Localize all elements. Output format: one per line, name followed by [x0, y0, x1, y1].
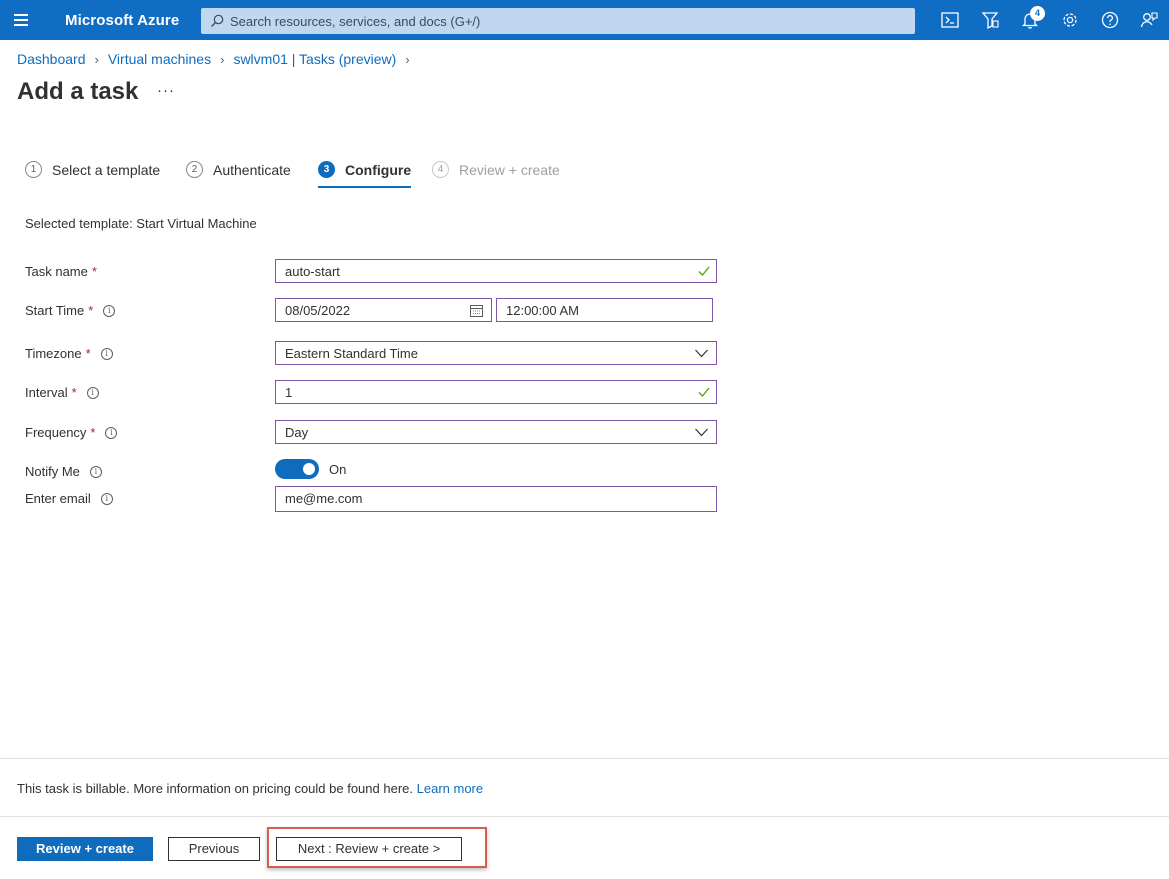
- notify-me-label-text: Notify Me: [25, 464, 80, 479]
- step-label: Configure: [345, 162, 412, 178]
- divider: [0, 758, 1169, 759]
- notify-me-label: Notify Me i: [25, 464, 102, 479]
- chevron-down-icon: [695, 349, 708, 358]
- start-time-label-text: Start Time: [25, 303, 85, 318]
- learn-more-link[interactable]: Learn more: [417, 781, 483, 796]
- interval-label-text: Interval: [25, 385, 68, 400]
- feedback-icon[interactable]: [1137, 8, 1161, 32]
- start-time-value: 12:00:00 AM: [506, 303, 579, 318]
- step-number: 1: [25, 161, 42, 178]
- task-name-label-text: Task name: [25, 264, 88, 279]
- info-icon[interactable]: i: [89, 465, 102, 478]
- info-icon[interactable]: i: [86, 386, 99, 399]
- tab-configure[interactable]: 3 Configure: [318, 160, 412, 188]
- divider: [0, 816, 1169, 817]
- billing-text: This task is billable. More information …: [17, 781, 413, 796]
- task-name-label: Task name *: [25, 264, 97, 279]
- required-marker: *: [71, 385, 77, 400]
- timezone-label-text: Timezone: [25, 346, 82, 361]
- page-title: Add a task: [17, 78, 139, 105]
- required-marker: *: [85, 346, 91, 361]
- breadcrumb: Dashboard › Virtual machines › swlvm01 |…: [17, 51, 419, 67]
- email-label: Enter email i: [25, 491, 113, 506]
- step-number: 2: [186, 161, 203, 178]
- step-number: 3: [318, 161, 335, 178]
- step-label: Select a template: [52, 162, 161, 178]
- active-tab-indicator: [318, 186, 412, 188]
- timezone-dropdown[interactable]: Eastern Standard Time: [275, 341, 717, 365]
- info-icon[interactable]: i: [105, 426, 118, 439]
- checkmark-icon: [698, 387, 710, 397]
- required-marker: *: [91, 264, 97, 279]
- directory-filter-icon[interactable]: [978, 8, 1002, 32]
- search-input[interactable]: [230, 8, 910, 34]
- next-review-create-button[interactable]: Next : Review + create >: [276, 837, 462, 861]
- brand-title[interactable]: Microsoft Azure: [65, 12, 179, 29]
- chevron-right-icon: ›: [94, 51, 99, 67]
- breadcrumb-virtual-machines[interactable]: Virtual machines: [108, 51, 211, 67]
- step-label: Authenticate: [213, 162, 291, 178]
- previous-button[interactable]: Previous: [168, 837, 260, 861]
- help-icon[interactable]: [1098, 8, 1122, 32]
- checkmark-icon: [698, 266, 710, 276]
- gear-icon[interactable]: [1058, 8, 1082, 32]
- email-label-text: Enter email: [25, 491, 91, 506]
- frequency-dropdown[interactable]: Day: [275, 420, 717, 444]
- interval-value: 1: [285, 385, 293, 400]
- selected-template-text: Selected template: Start Virtual Machine: [25, 216, 257, 231]
- timezone-value: Eastern Standard Time: [285, 346, 418, 361]
- interval-input[interactable]: 1: [275, 380, 717, 404]
- notify-me-toggle[interactable]: [275, 459, 319, 479]
- start-date-value: 08/05/2022: [285, 303, 351, 318]
- review-create-button[interactable]: Review + create: [17, 837, 153, 861]
- more-options-icon[interactable]: ···: [157, 82, 175, 99]
- start-date-picker[interactable]: 08/05/2022: [275, 298, 492, 322]
- billing-note: This task is billable. More information …: [17, 781, 483, 796]
- info-icon[interactable]: i: [100, 492, 113, 505]
- timezone-label: Timezone * i: [25, 346, 113, 361]
- step-number: 4: [432, 161, 449, 178]
- email-value: me@me.com: [285, 491, 363, 506]
- frequency-value: Day: [285, 425, 309, 440]
- interval-label: Interval * i: [25, 385, 99, 400]
- chevron-right-icon: ›: [220, 51, 225, 67]
- notification-count-badge: 4: [1030, 6, 1045, 21]
- calendar-icon[interactable]: [470, 304, 483, 317]
- frequency-label-text: Frequency: [25, 425, 87, 440]
- chevron-down-icon: [695, 428, 708, 437]
- required-marker: *: [88, 303, 94, 318]
- task-name-input[interactable]: auto-start: [275, 259, 717, 283]
- required-marker: *: [90, 425, 96, 440]
- menu-icon[interactable]: [6, 6, 36, 34]
- tab-select-template[interactable]: 1 Select a template: [25, 160, 160, 188]
- search-icon: [211, 14, 224, 27]
- step-label: Review + create: [459, 162, 560, 178]
- info-icon[interactable]: i: [100, 347, 113, 360]
- tab-review-create[interactable]: 4 Review + create: [432, 160, 560, 188]
- start-time-input[interactable]: 12:00:00 AM: [496, 298, 713, 322]
- info-icon[interactable]: i: [103, 304, 116, 317]
- start-time-label: Start Time * i: [25, 303, 116, 318]
- tab-authenticate[interactable]: 2 Authenticate: [186, 160, 291, 188]
- chevron-right-icon: ›: [405, 51, 410, 67]
- email-field[interactable]: me@me.com: [275, 486, 717, 512]
- frequency-label: Frequency * i: [25, 425, 118, 440]
- task-name-value: auto-start: [285, 264, 340, 279]
- top-bar: Microsoft Azure 4: [0, 0, 1169, 40]
- toggle-knob: [303, 463, 315, 475]
- cloud-shell-icon[interactable]: [938, 8, 962, 32]
- breadcrumb-vm-tasks[interactable]: swlvm01 | Tasks (preview): [233, 51, 396, 67]
- notify-me-state: On: [329, 462, 347, 477]
- search-box[interactable]: [201, 8, 915, 34]
- breadcrumb-dashboard[interactable]: Dashboard: [17, 51, 86, 67]
